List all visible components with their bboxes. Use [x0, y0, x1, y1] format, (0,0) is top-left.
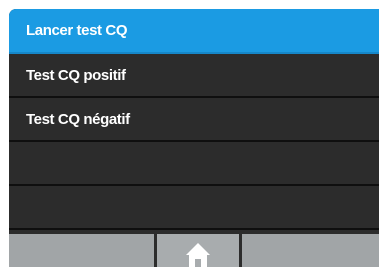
menu-item-label: Test CQ négatif	[26, 111, 130, 128]
menu-item-empty-1[interactable]	[9, 142, 379, 186]
menu-item-label: Test CQ positif	[26, 67, 126, 84]
menu-item-qc-test-positive[interactable]: Test CQ positif	[9, 54, 379, 98]
toolbar-right-button[interactable]	[242, 234, 379, 267]
home-button[interactable]	[157, 234, 239, 267]
menu-item-launch-qc-test[interactable]: Lancer test CQ	[9, 9, 379, 54]
menu-item-empty-2[interactable]	[9, 186, 379, 230]
menu-item-label: Lancer test CQ	[26, 22, 128, 39]
bottom-toolbar	[9, 234, 379, 267]
menu-item-qc-test-negative[interactable]: Test CQ négatif	[9, 98, 379, 142]
home-icon	[186, 243, 210, 267]
toolbar-left-button[interactable]	[9, 234, 154, 267]
menu-panel: Lancer test CQ Test CQ positif Test CQ n…	[9, 9, 379, 267]
